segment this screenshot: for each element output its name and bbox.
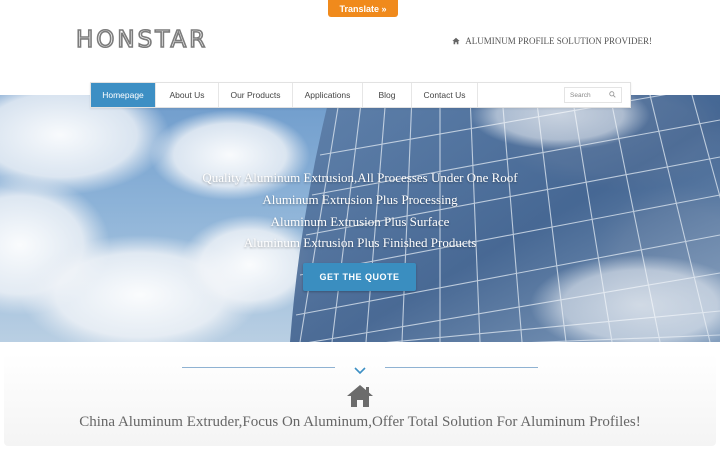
- home-large-icon: [346, 384, 374, 413]
- hero-line: Aluminum Extrusion Plus Finished Product…: [243, 235, 477, 251]
- translate-button[interactable]: Translate »: [328, 0, 398, 17]
- nav-item-homepage[interactable]: Homepage: [91, 83, 156, 107]
- logo[interactable]: HONSTAR: [75, 26, 209, 54]
- hero-line: Quality Aluminum Extrusion,All Processes…: [202, 170, 518, 185]
- search-placeholder: Search: [570, 91, 591, 99]
- search-input[interactable]: Search: [564, 87, 622, 103]
- nav-item-our-products[interactable]: Our Products: [219, 83, 293, 107]
- nav-item-about-us[interactable]: About Us: [156, 83, 219, 107]
- divider-left: [182, 367, 335, 368]
- tagline-text: ALUMINUM PROFILE SOLUTION PROVIDER!: [465, 36, 652, 46]
- nav-item-applications[interactable]: Applications: [293, 83, 363, 107]
- nav-item-blog[interactable]: Blog: [363, 83, 412, 107]
- hero-line: Aluminum Extrusion Plus Processing: [262, 191, 458, 207]
- nav-item-contact-us[interactable]: Contact Us: [412, 83, 478, 107]
- main-nav: Homepage About Us Our Products Applicati…: [90, 82, 631, 108]
- chevron-down-icon[interactable]: [353, 362, 367, 380]
- get-quote-button[interactable]: GET THE QUOTE: [303, 263, 416, 291]
- hero-banner: Quality Aluminum Extrusion,All Processes…: [0, 95, 720, 342]
- home-icon: [452, 37, 460, 45]
- divider-right: [385, 367, 538, 368]
- section-slogan: China Aluminum Extruder,Focus On Aluminu…: [79, 414, 641, 430]
- hero-text-block: Quality Aluminum Extrusion,All Processes…: [0, 167, 720, 254]
- header-tagline: ALUMINUM PROFILE SOLUTION PROVIDER!: [452, 36, 652, 46]
- hero-line: Aluminum Extrusion Plus Surface: [270, 213, 450, 229]
- logo-text: HONSTAR: [75, 26, 209, 54]
- search-icon[interactable]: [609, 90, 616, 100]
